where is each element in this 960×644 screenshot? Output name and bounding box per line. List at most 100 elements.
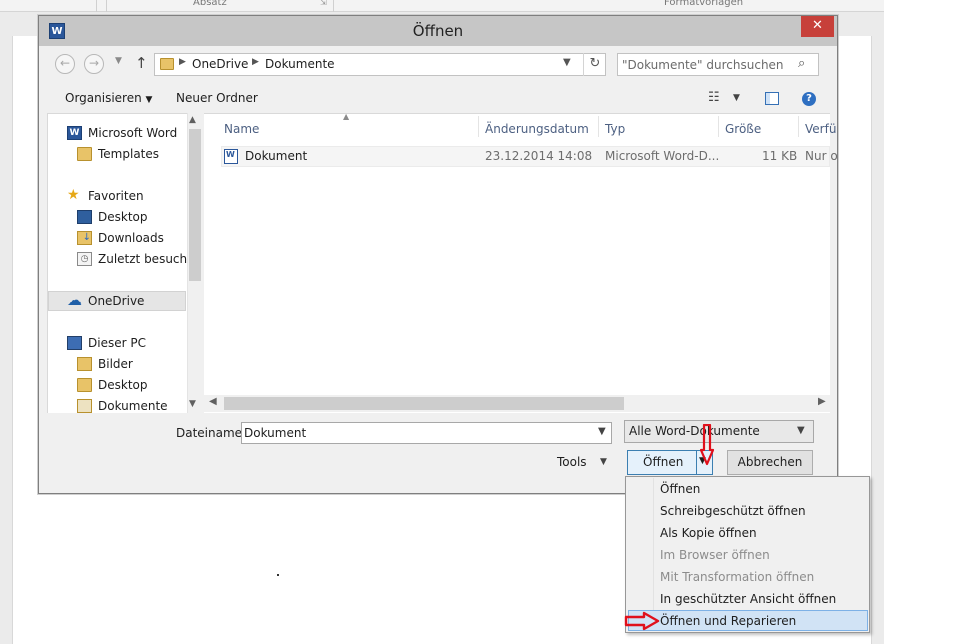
breadcrumb-chevron-icon[interactable]: ▶ (252, 57, 259, 67)
computer-icon (67, 336, 82, 350)
nav-item-label: Dieser PC (88, 336, 146, 350)
new-folder-button[interactable]: Neuer Ordner (176, 91, 258, 105)
folder-icon (160, 58, 174, 70)
file-modified: 23.12.2014 14:08 (485, 149, 593, 163)
word-document-icon: W (224, 149, 238, 164)
open-button-label[interactable]: Öffnen (643, 455, 683, 469)
filename-input[interactable] (244, 425, 584, 441)
organize-menu-button[interactable]: Organisieren ▼ (65, 91, 152, 105)
nav-item-label: OneDrive (88, 294, 145, 308)
file-name[interactable]: Dokument (245, 149, 307, 163)
up-one-level-icon[interactable]: ↑ (135, 54, 148, 72)
back-arrow-icon: ← (59, 56, 71, 70)
folder-icon (77, 147, 92, 161)
file-size: 11 KB (762, 149, 798, 163)
star-icon: ★ (67, 187, 80, 203)
nav-item-desktop-pc[interactable]: Desktop (77, 376, 187, 396)
address-dropdown-icon[interactable]: ▼ (563, 57, 571, 68)
search-icon[interactable]: ⌕ (798, 56, 805, 71)
nav-item-label: Microsoft Word (88, 126, 178, 140)
nav-item-desktop[interactable]: Desktop (77, 208, 187, 228)
open-file-dialog: W Öffnen ✕ ← → ▼ ↑ ▶ OneDrive ▶ Dokument… (38, 15, 838, 494)
forward-button[interactable]: → (84, 54, 104, 74)
scroll-up-icon[interactable]: ▲ (189, 115, 196, 125)
dialog-title: Öffnen (412, 22, 464, 40)
cancel-button-label: Abbrechen (737, 455, 803, 469)
nav-item-label: Dokumente (98, 399, 168, 413)
menu-item-open-and-repair[interactable]: Öffnen und Reparieren (660, 614, 796, 628)
dialog-title-bar[interactable]: W Öffnen ✕ (39, 16, 837, 46)
cancel-button[interactable]: Abbrechen (727, 450, 813, 475)
filename-combobox[interactable]: ▼ (241, 422, 612, 444)
back-button[interactable]: ← (55, 54, 75, 74)
nav-item-label: Desktop (98, 210, 148, 224)
desktop-folder-icon (77, 378, 92, 392)
view-options-icon[interactable]: ☷ (708, 90, 720, 105)
ribbon-group-styles: Formatvorlagen (664, 0, 744, 8)
column-header-availability[interactable]: Verfü (805, 122, 836, 136)
column-divider[interactable] (598, 116, 599, 137)
tools-menu-button[interactable]: Tools (557, 455, 587, 469)
nav-item-downloads[interactable]: ↓ Downloads (77, 229, 187, 249)
file-type: Microsoft Word-D... (605, 149, 720, 163)
nav-item-label: Favoriten (88, 189, 144, 203)
preview-pane-icon[interactable] (765, 92, 779, 105)
scroll-right-icon[interactable]: ▶ (818, 396, 826, 407)
view-dropdown-icon[interactable]: ▼ (733, 93, 740, 103)
menu-icon-gutter (627, 478, 654, 631)
menu-item-open-read-only[interactable]: Schreibgeschützt öffnen (660, 504, 806, 518)
menu-item-open-protected-view[interactable]: In geschützter Ansicht öffnen (660, 592, 836, 606)
nav-item-recent-places[interactable]: ◷ Zuletzt besucht (77, 250, 192, 270)
column-header-name[interactable]: Name (224, 122, 259, 136)
column-divider[interactable] (798, 116, 799, 137)
chevron-down-icon: ▼ (145, 95, 153, 105)
tools-dropdown-icon[interactable]: ▼ (600, 457, 607, 467)
nav-item-label: Bilder (98, 357, 133, 371)
nav-item-onedrive[interactable]: ☁ OneDrive (48, 291, 186, 311)
scroll-down-icon[interactable]: ▼ (189, 399, 196, 409)
file-type-filter-select[interactable]: Alle Word-Dokumente ▼ (624, 420, 814, 443)
ribbon-separator (96, 0, 97, 12)
text-cursor-mark (277, 574, 279, 576)
column-header-modified[interactable]: Änderungsdatum (485, 122, 589, 136)
nav-item-templates[interactable]: Templates (77, 145, 187, 165)
nav-item-this-pc[interactable]: Dieser PC (67, 334, 187, 354)
menu-item-open[interactable]: Öffnen (660, 482, 700, 496)
dialog-launcher-icon[interactable]: ⇲ (320, 0, 327, 7)
close-icon: ✕ (812, 18, 823, 33)
downloads-icon: ↓ (77, 231, 92, 245)
breadcrumb-onedrive[interactable]: OneDrive (192, 57, 248, 71)
file-availability: Nur o (805, 149, 838, 163)
nav-item-pictures[interactable]: Bilder (77, 355, 187, 375)
column-header-size[interactable]: Größe (725, 122, 761, 136)
help-icon[interactable]: ? (802, 92, 816, 106)
menu-item-open-with-transform: Mit Transformation öffnen (660, 570, 815, 584)
close-button[interactable]: ✕ (801, 16, 834, 37)
column-divider[interactable] (718, 116, 719, 137)
split-divider (696, 451, 697, 474)
search-box[interactable]: ⌕ (617, 53, 819, 76)
refresh-icon[interactable]: ↻ (583, 53, 606, 76)
column-divider[interactable] (478, 116, 479, 137)
address-bar[interactable]: ▶ OneDrive ▶ Dokumente ▼ ↻ (154, 53, 606, 76)
column-header-type[interactable]: Typ (605, 122, 625, 136)
navigation-pane[interactable]: W Microsoft Word Templates ★ Favoriten D… (47, 113, 204, 413)
nav-item-documents[interactable]: Dokumente (77, 397, 187, 413)
horizontal-scroll-thumb[interactable] (224, 397, 624, 410)
file-type-filter-value: Alle Word-Dokumente (629, 424, 760, 438)
nav-item-microsoft-word[interactable]: W Microsoft Word (67, 124, 187, 144)
breadcrumb-dokumente[interactable]: Dokumente (265, 57, 335, 71)
breadcrumb-chevron-icon[interactable]: ▶ (179, 57, 186, 67)
organize-label: Organisieren (65, 91, 142, 105)
nav-item-label: Templates (98, 147, 160, 161)
menu-item-open-as-copy[interactable]: Als Kopie öffnen (660, 526, 757, 540)
pictures-folder-icon (77, 357, 92, 371)
recent-locations-dropdown-icon[interactable]: ▼ (115, 56, 122, 66)
nav-item-favorites[interactable]: ★ Favoriten (67, 187, 187, 207)
ribbon-group-paragraph: Absatz (193, 0, 227, 8)
ribbon-strip: Absatz ⇲ Formatvorlagen (0, 0, 884, 12)
search-input[interactable] (622, 56, 792, 73)
chevron-down-icon[interactable]: ▼ (598, 426, 606, 437)
navigation-scroll-thumb[interactable] (189, 129, 201, 281)
scroll-left-icon[interactable]: ◀ (209, 396, 217, 407)
